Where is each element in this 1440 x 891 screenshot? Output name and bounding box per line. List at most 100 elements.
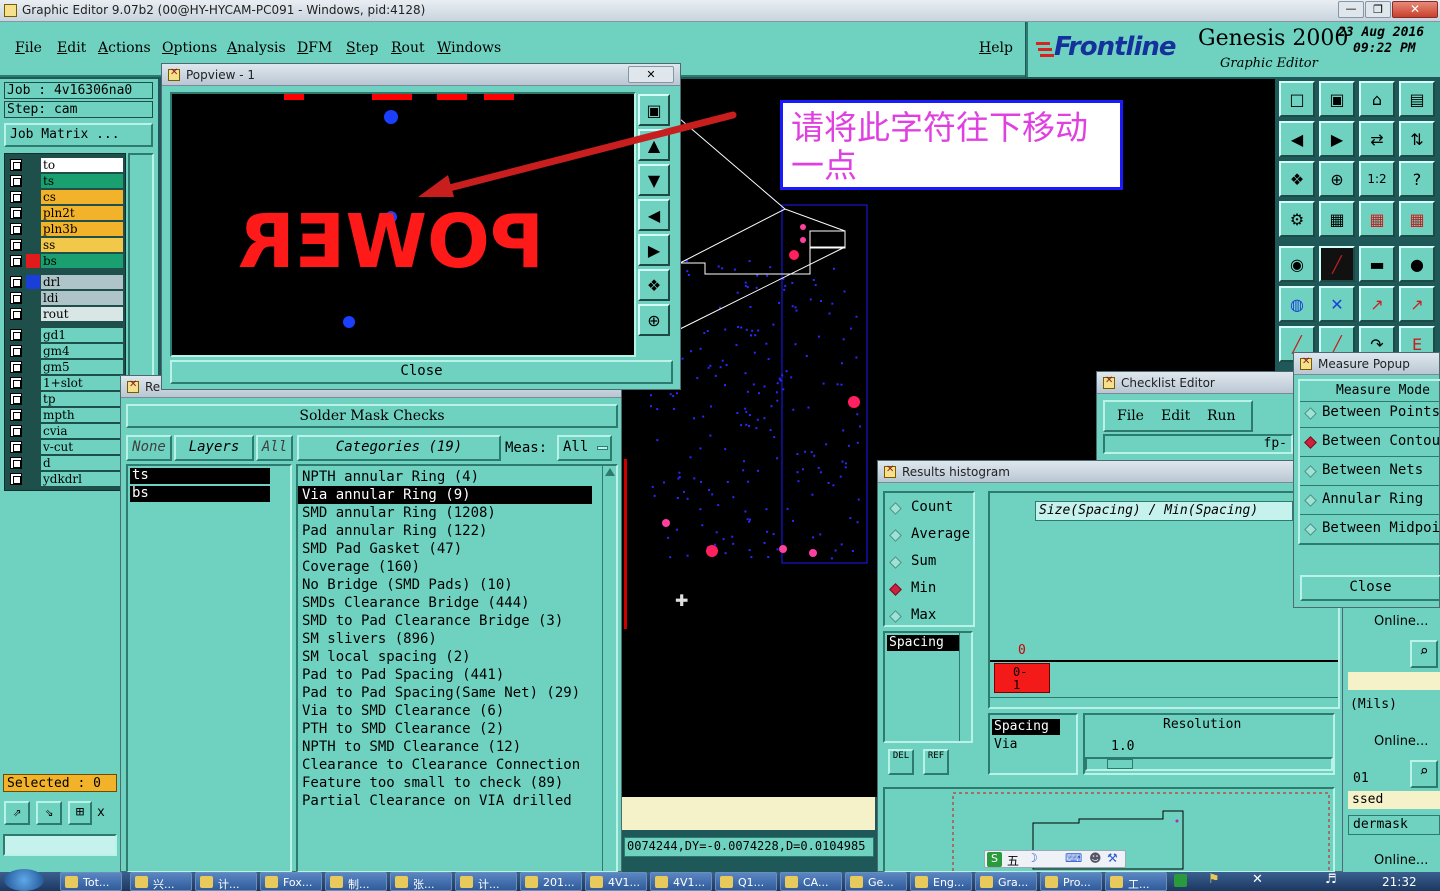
taskbar-item[interactable]: 计... (195, 872, 257, 891)
layer-name[interactable]: ss (40, 237, 124, 253)
layer-row-pln2t[interactable]: pln2t (8, 205, 124, 221)
category-item[interactable]: SM slivers (896) (298, 630, 598, 648)
layer-checkbox[interactable] (10, 223, 22, 235)
start-button[interactable] (4, 869, 44, 891)
mode-between-contours[interactable]: Between Contours (1300, 430, 1440, 455)
taskbar-item[interactable]: 4V1... (650, 872, 712, 891)
feature-select-icon[interactable]: ◉ (1279, 246, 1315, 282)
fit-icon[interactable]: ❖ (1279, 161, 1315, 197)
layer-row-v-cut[interactable]: v-cut (8, 439, 124, 455)
histogram-list-scrollbar[interactable] (959, 633, 971, 741)
layer-row-d[interactable]: d (8, 455, 124, 471)
layers-red2-icon[interactable]: ▦ (1399, 201, 1435, 237)
layer-checkbox[interactable] (10, 441, 22, 453)
layer-row-gm5[interactable]: gm5 (8, 359, 124, 375)
layer-checkbox[interactable] (10, 361, 22, 373)
layer-name[interactable]: tp (40, 391, 124, 407)
solder-layer-ts[interactable]: ts (130, 468, 270, 484)
layer-name[interactable]: mpth (40, 407, 124, 423)
category-item[interactable]: SMD to Pad Clearance Bridge (3) (298, 612, 598, 630)
online-button-1[interactable]: Online... (1374, 614, 1428, 629)
layer-checkbox[interactable] (10, 425, 22, 437)
scroll-up-icon[interactable] (605, 468, 615, 476)
category-item[interactable]: Via to SMD Clearance (6) (298, 702, 598, 720)
mode-between-nets[interactable]: Between Nets (1300, 459, 1440, 484)
checklist-menu-run[interactable]: Run (1207, 408, 1236, 424)
all-layers-button[interactable]: All (256, 435, 293, 461)
layer-name[interactable]: ts (40, 173, 124, 189)
layer-name[interactable]: gm4 (40, 343, 124, 359)
taskbar-item[interactable]: Ge... (845, 872, 907, 891)
mirror-icon[interactable]: ⇄ (1359, 121, 1395, 157)
online-button-3[interactable]: Online... (1374, 853, 1428, 868)
category-item[interactable]: PTH to SMD Clearance (2) (298, 720, 598, 738)
layer-name[interactable]: d (40, 455, 124, 471)
checklist-menu-file[interactable]: File (1117, 408, 1144, 424)
popview-fit-icon[interactable]: ❖ (638, 269, 670, 301)
net-icon[interactable]: ◍ (1279, 286, 1315, 322)
category-item[interactable]: Via annular Ring (9) (298, 486, 592, 504)
layer-row-ss[interactable]: ss (8, 237, 124, 253)
home-icon[interactable]: ⌂ (1359, 81, 1395, 117)
histogram-list-item[interactable]: Spacing (887, 635, 959, 651)
layer-checkbox[interactable] (10, 276, 22, 288)
layer-name[interactable]: ldi (40, 290, 124, 306)
layer-checkbox[interactable] (10, 377, 22, 389)
option-sum[interactable]: Sum (911, 553, 936, 569)
layer-row-ydkdrl[interactable]: ydkdrl (8, 471, 124, 487)
measure-close-button[interactable]: Close (1300, 575, 1440, 601)
menu-analysis[interactable]: Analysis (227, 40, 286, 56)
taskbar-item[interactable]: Fox... (260, 872, 322, 891)
mode-between-midpoints[interactable]: Between Midpoints (1300, 517, 1440, 542)
del-button[interactable]: DEL (888, 749, 914, 775)
layer-checkbox[interactable] (10, 255, 22, 267)
zoom-icon-1[interactable]: ⌕ (1410, 640, 1438, 668)
histogram-bar[interactable]: 0- 1 (994, 663, 1050, 693)
menu-dfm[interactable]: DFM (297, 40, 332, 56)
taskbar-item[interactable]: Gra... (975, 872, 1037, 891)
layer-row-gm4[interactable]: gm4 (8, 343, 124, 359)
measure-icon[interactable]: ↗ (1359, 286, 1395, 322)
layer-row-rout[interactable]: rout (8, 306, 124, 322)
online-button-2[interactable]: Online... (1374, 734, 1428, 749)
histogram-hscroll[interactable] (990, 697, 1338, 707)
category-item[interactable]: SMD annular Ring (1208) (298, 504, 598, 522)
snap-tool-button[interactable]: ⇗ (4, 801, 30, 825)
layer-row-mpth[interactable]: mpth (8, 407, 124, 423)
menu-actions[interactable]: Actions (98, 40, 151, 56)
layer-row-cvia[interactable]: cvia (8, 423, 124, 439)
maximize-button[interactable]: ❐ (1365, 1, 1391, 18)
swap-icon[interactable]: ⇅ (1399, 121, 1435, 157)
category-item[interactable]: Feature too small to check (89) (298, 774, 598, 792)
category-item[interactable]: No Bridge (SMD Pads) (10) (298, 576, 598, 594)
ref-button[interactable]: REF (923, 749, 949, 775)
grid-snap-button[interactable]: ⇘ (36, 801, 62, 825)
taskbar-item[interactable]: Pro... (1040, 872, 1102, 891)
taskbar-item[interactable]: CA... (780, 872, 842, 891)
layer-name[interactable]: gm5 (40, 359, 124, 375)
job-matrix-button[interactable]: Job Matrix ... (4, 123, 153, 147)
layer-checkbox[interactable] (10, 159, 22, 171)
taskbar-item[interactable]: 制... (325, 872, 387, 891)
layer-row-gd1[interactable]: gd1 (8, 327, 124, 343)
menu-windows[interactable]: Windows (437, 40, 501, 56)
layer-name[interactable]: rout (40, 306, 124, 322)
layer-name[interactable]: pln3b (40, 221, 124, 237)
pad-icon[interactable]: ● (1399, 246, 1435, 282)
layer-name[interactable]: drl (40, 274, 124, 290)
tray-close-icon[interactable]: ✕ (1252, 872, 1263, 887)
layer-row-pln3b[interactable]: pln3b (8, 221, 124, 237)
layer-checkbox[interactable] (10, 292, 22, 304)
taskbar-item[interactable]: Eng... (910, 872, 972, 891)
layer-row-ts[interactable]: ts (8, 173, 124, 189)
none-button[interactable]: None (126, 435, 172, 461)
layer-checkbox[interactable] (10, 191, 22, 203)
layer-checkbox[interactable] (10, 393, 22, 405)
taskbar-item[interactable]: Tot... (60, 872, 122, 891)
popview-center-icon[interactable]: ⊕ (638, 304, 670, 336)
pan-right-icon[interactable]: ▶ (1319, 121, 1355, 157)
category-item[interactable]: Pad to Pad Spacing (441) (298, 666, 598, 684)
tray-flag-icon[interactable]: ⚑ (1208, 872, 1220, 887)
layer-checkbox[interactable] (10, 207, 22, 219)
layer-checkbox[interactable] (10, 473, 22, 485)
